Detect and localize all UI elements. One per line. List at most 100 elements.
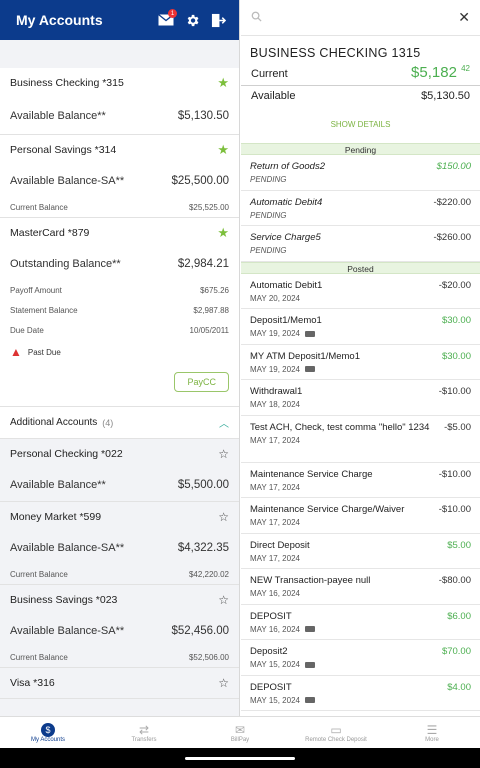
sub-balance-label: Current Balance (10, 652, 68, 662)
transaction-date-row: MAY 17, 2024 (250, 483, 439, 492)
nav-billpay[interactable]: ✉ BillPay (192, 717, 288, 748)
warning-icon: ▲ (10, 345, 22, 359)
transaction-date-row: MAY 15, 2024 (250, 696, 447, 705)
check-image-icon[interactable] (304, 626, 315, 632)
posted-transaction-row[interactable]: Maintenance Service Charge MAY 17, 2024 -$… (241, 463, 480, 498)
close-icon[interactable]: ✕ (458, 9, 470, 26)
transaction-amount: $70.00 (441, 646, 471, 657)
pending-transaction-row[interactable]: Return of Goods2 PENDING $150.00 (241, 155, 480, 191)
account-card-personal-savings[interactable]: Personal Savings *314 ★ Available Balance… (0, 135, 239, 218)
nav-label: More (425, 736, 439, 743)
transaction-date-row: MAY 17, 2024 (250, 518, 439, 527)
account-name: Business Checking *315 (10, 77, 124, 89)
transaction-info: MY ATM Deposit1/Memo1 MAY 19, 2024 (250, 351, 442, 375)
nav-more[interactable]: ☰ More (384, 717, 480, 748)
balance-value: $25,500.00 (171, 175, 229, 187)
nav-transfers[interactable]: ⇄ Transfers (96, 717, 192, 748)
favorite-star-outline-icon[interactable]: ☆ (218, 676, 229, 690)
transaction-date: MAY 17, 2024 (250, 518, 300, 527)
posted-transaction-row[interactable]: NEW Transaction-payee null MAY 16, 2024 -$… (241, 569, 480, 605)
home-indicator[interactable] (185, 756, 295, 760)
available-balance-row: Available $5,130.50 (241, 90, 480, 108)
posted-transaction-row[interactable]: Deposit1/Memo1 MAY 19, 2024 $30.00 (241, 309, 480, 345)
account-name: MasterCard *879 (10, 227, 90, 239)
posted-transaction-row[interactable]: Withdrawal1 MAY 18, 2024 -$10.00 (241, 380, 480, 416)
app-header: My Accounts 1 (0, 0, 239, 40)
transaction-info: Automatic Debit1 MAY 20, 2024 (250, 280, 439, 304)
transaction-amount: -$10.00 (438, 468, 471, 480)
transaction-date-row: MAY 15, 2024 (250, 660, 442, 669)
check-image-icon[interactable] (304, 697, 315, 703)
account-detail-panel: ✕ BUSINESS CHECKING 1315 Current $5,182 … (241, 0, 480, 716)
search-input[interactable] (268, 11, 459, 24)
favorite-star-icon[interactable]: ★ (217, 142, 229, 158)
favorite-star-icon[interactable]: ★ (217, 225, 229, 241)
account-name: Visa *316 (10, 677, 55, 689)
check-image-icon[interactable] (304, 366, 315, 372)
favorite-star-outline-icon[interactable]: ☆ (218, 593, 229, 607)
posted-transaction-row[interactable]: MY ATM Deposit1/Memo1 MAY 19, 2024 $30.00 (241, 345, 480, 380)
account-card-business-savings[interactable]: Business Savings *023 ☆ Available Balance… (0, 585, 239, 668)
paycc-button[interactable]: PayCC (174, 372, 229, 392)
transaction-info: Direct Deposit MAY 17, 2024 (250, 540, 447, 564)
show-details-button[interactable]: SHOW DETAILS (241, 108, 480, 143)
balance-value: $4,322.35 (177, 542, 229, 554)
logout-icon[interactable] (207, 9, 229, 31)
favorite-star-outline-icon[interactable]: ☆ (218, 510, 229, 524)
transaction-date: MAY 15, 2024 (250, 660, 300, 669)
account-card-mastercard[interactable]: MasterCard *879 ★ Outstanding Balance** $2… (0, 218, 239, 407)
transaction-date-row: MAY 20, 2024 (250, 294, 439, 303)
posted-transaction-row[interactable]: Direct Deposit MAY 17, 2024 $5.00 (241, 534, 480, 569)
mail-icon[interactable]: 1 (155, 9, 177, 31)
transaction-date-row: MAY 17, 2024 (250, 554, 447, 563)
sub-balance-value: $42,220.02 (188, 569, 229, 579)
current-balance-row: Current $5,182 42 (241, 64, 480, 86)
transaction-date: MAY 15, 2024 (250, 695, 300, 705)
favorite-star-icon[interactable]: ★ (217, 75, 229, 91)
transaction-name: Maintenance Service Charge (250, 468, 373, 480)
transaction-info: DEPOSIT MAY 15, 2024 (250, 682, 447, 706)
pending-transaction-row[interactable]: Service Charge5 PENDING -$260.00 (241, 226, 480, 262)
gear-icon[interactable] (181, 9, 203, 31)
check-image-icon[interactable] (304, 661, 315, 668)
transaction-amount: -$10.00 (438, 504, 471, 515)
transaction-date-row: MAY 17, 2024 (250, 436, 444, 445)
account-card-personal-checking[interactable]: Personal Checking *022 ☆ Available Balanc… (0, 439, 239, 502)
nav-remote-check-deposit[interactable]: ▭ Remote Check Deposit (288, 717, 384, 748)
transaction-name: DEPOSIT (250, 610, 292, 622)
transaction-info: NEW Transaction-payee null MAY 16, 2024 (250, 575, 439, 599)
favorite-star-outline-icon[interactable]: ☆ (218, 447, 229, 461)
additional-accounts-label: Additional Accounts (10, 417, 98, 428)
posted-transaction-row[interactable]: Maintenance Service Charge/Waiver MAY 17,… (241, 498, 480, 534)
posted-transaction-row[interactable]: DEPOSIT MAY 15, 2024 $4.00 (241, 676, 480, 711)
check-image-icon[interactable] (304, 330, 315, 337)
transaction-amount: $30.00 (441, 315, 471, 326)
posted-transaction-row[interactable]: Deposit2 MAY 15, 2024 $70.00 (241, 640, 480, 676)
transfer-arrows-icon: ⇄ (138, 722, 150, 737)
account-card-visa[interactable]: Visa *316 ☆ (0, 668, 239, 699)
additional-accounts-header[interactable]: Additional Accounts (4) ︿ (0, 407, 239, 439)
statement-label: Statement Balance (10, 305, 78, 315)
posted-transaction-row[interactable]: Automatic Debit1 MAY 20, 2024 -$20.00 (241, 274, 480, 309)
transaction-amount: -$220.00 (433, 196, 471, 208)
account-card-business-checking[interactable]: Business Checking *315 ★ Available Balanc… (0, 68, 239, 135)
past-due-alert: Past Due (27, 347, 61, 357)
posted-transaction-row[interactable]: Test ACH, Check, test comma "hello" 1234… (241, 416, 480, 463)
balance-label: Outstanding Balance** (10, 258, 121, 270)
posted-transaction-row[interactable]: DEPOSIT MAY 16, 2024 $6.00 (241, 605, 480, 640)
current-balance: $5,182 42 (411, 64, 470, 81)
transaction-name: Deposit2 (250, 646, 288, 657)
transaction-date-row: MAY 16, 2024 (250, 625, 447, 634)
chevron-up-icon[interactable]: ︿ (219, 415, 229, 430)
transaction-name: Test ACH, Check, test comma "hello" 1234 (250, 421, 430, 433)
account-card-money-market[interactable]: Money Market *599 ☆ Available Balance-SA*… (0, 502, 239, 585)
pending-transaction-row[interactable]: Automatic Debit4 PENDING -$220.00 (241, 191, 480, 226)
transaction-date: MAY 19, 2024 (250, 329, 300, 338)
nav-my-accounts[interactable]: $ My Accounts (0, 717, 96, 748)
transaction-amount: $150.00 (436, 161, 471, 172)
transaction-name: Automatic Debit1 (250, 279, 323, 291)
transaction-name: MY ATM Deposit1/Memo1 (250, 350, 360, 362)
transaction-amount: -$260.00 (433, 232, 471, 243)
transaction-status: PENDING (250, 175, 287, 184)
